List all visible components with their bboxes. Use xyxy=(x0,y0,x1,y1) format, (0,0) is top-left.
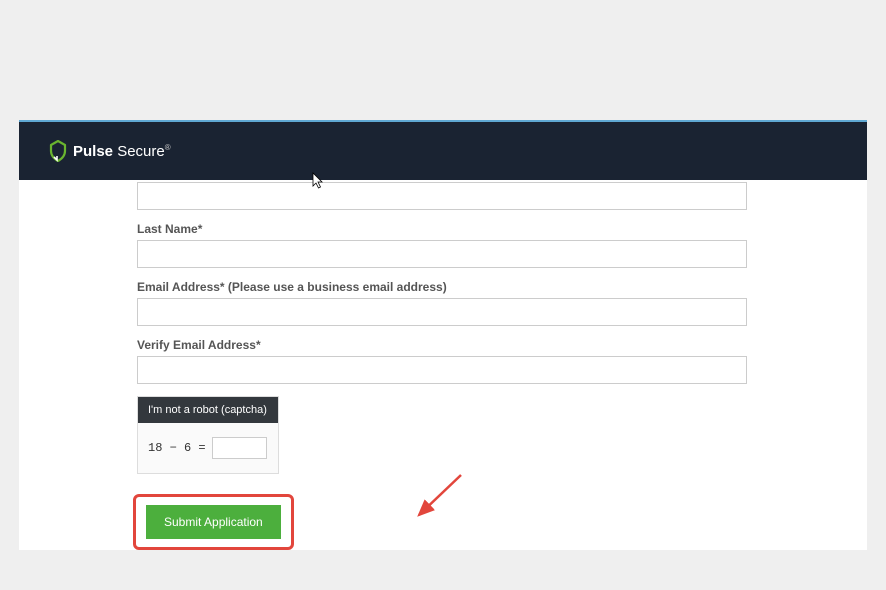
captcha-box: I'm not a robot (captcha) 18 − 6 = xyxy=(137,396,279,474)
header-bar: Pulse Secure® xyxy=(19,120,867,180)
captcha-body: 18 − 6 = xyxy=(138,423,278,473)
last-name-label: Last Name* xyxy=(137,222,867,236)
brand-logo: Pulse Secure® xyxy=(49,140,171,162)
pulse-secure-icon xyxy=(49,140,67,162)
verify-email-group: Verify Email Address* xyxy=(137,338,867,384)
captcha-header: I'm not a robot (captcha) xyxy=(138,397,278,423)
email-group: Email Address* (Please use a business em… xyxy=(137,280,867,326)
captcha-expression: 18 − 6 = xyxy=(148,441,206,455)
first-name-group xyxy=(137,182,867,210)
brand-text: Pulse Secure® xyxy=(73,143,171,160)
email-label: Email Address* (Please use a business em… xyxy=(137,280,867,294)
last-name-input[interactable] xyxy=(137,240,747,268)
page-wrapper: Pulse Secure® Last Name* Email Address* … xyxy=(0,0,886,550)
email-input[interactable] xyxy=(137,298,747,326)
captcha-input[interactable] xyxy=(212,437,267,459)
submit-highlight: Submit Application xyxy=(133,494,294,550)
form-content: Last Name* Email Address* (Please use a … xyxy=(19,180,867,550)
verify-email-input[interactable] xyxy=(137,356,747,384)
submit-application-button[interactable]: Submit Application xyxy=(146,505,281,539)
last-name-group: Last Name* xyxy=(137,222,867,268)
annotation-arrow-icon xyxy=(411,470,471,530)
first-name-input[interactable] xyxy=(137,182,747,210)
verify-email-label: Verify Email Address* xyxy=(137,338,867,352)
